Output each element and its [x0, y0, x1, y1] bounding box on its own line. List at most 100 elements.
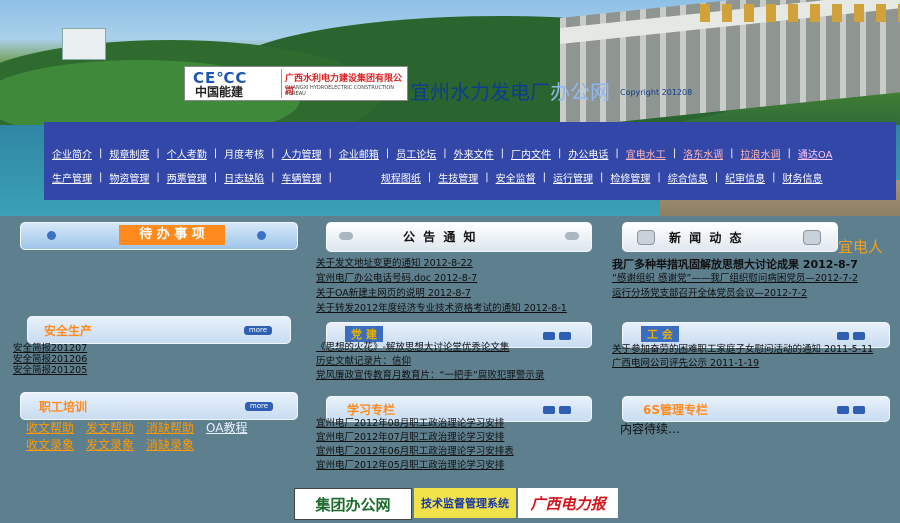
list-item[interactable]: 关于发文地址变更的通知 2012-8-22 — [316, 256, 567, 271]
list-item[interactable]: 宜州电厂2012年07月职工政治理论学习安排 — [316, 431, 514, 445]
nav-item[interactable]: 规程图纸 — [381, 170, 421, 185]
nav-item[interactable]: 规章制度 — [109, 146, 149, 161]
sixs-content: 内容待续… — [620, 422, 681, 436]
logo-subtitle-en: GUANGXI HYDROELECTRIC CONSTRUCTION BUREA… — [285, 85, 395, 97]
todo-panel-header: 待 办 事 项 — [20, 222, 298, 250]
list-item[interactable]: 宜州电厂2012年08月职工政治理论学习安排 — [316, 417, 514, 431]
bullet-icon — [47, 231, 56, 240]
news-emblem-icon — [803, 230, 821, 245]
nav-item[interactable]: 企业简介 — [52, 146, 92, 161]
nav-item[interactable]: 员工论坛 — [396, 146, 436, 161]
nav-item[interactable]: 检修管理 — [610, 170, 650, 185]
nav-item[interactable]: 企业邮箱 — [339, 146, 379, 161]
notice-panel-header: 公 告 通 知 — [326, 222, 592, 252]
nav-item[interactable]: 运行管理 — [553, 170, 593, 185]
nav-separator: | — [156, 148, 160, 159]
nav-item[interactable]: 拉浪水调 — [741, 146, 781, 161]
nav-item[interactable]: 洛东水调 — [683, 146, 723, 161]
study-list: 宜州电厂2012年08月职工政治理论学习安排 宜州电厂2012年07月职工政治理论… — [316, 417, 514, 473]
list-item[interactable]: 宜州电厂办公电话号码.doc 2012-8-7 — [316, 271, 567, 286]
list-item[interactable]: 《思想的火花》-解放思想大讨论堂优秀论文集 — [316, 341, 544, 355]
notice-title: 公 告 通 知 — [403, 230, 478, 244]
list-item[interactable]: 关于转发2012年度经济专业技术资格考试的通知 2012-8-1 — [316, 301, 567, 316]
list-item[interactable]: 广西电网公司评先公示 2011-1-19 — [612, 357, 873, 371]
nav-item[interactable]: 综合信息 — [668, 170, 708, 185]
nav-separator: | — [271, 148, 275, 159]
tech-supervision-label: 技术监督管理系统 — [421, 497, 509, 510]
list-item[interactable]: 宜州电厂2012年05月职工政治理论学习安排 — [316, 459, 514, 473]
nav-item[interactable]: 通达OA — [798, 146, 833, 161]
training-links-row-1: 收文帮助 发文帮助 消缺帮助 OA教程 — [26, 419, 248, 436]
training-links-row-2: 收文录象 发文录象 消缺录象 — [26, 436, 248, 453]
list-item[interactable]: 安全简报201205 — [13, 365, 87, 376]
nav-item[interactable]: 物资管理 — [109, 170, 149, 185]
todo-title: 待 办 事 项 — [119, 225, 225, 245]
group-office-link[interactable]: 集团办公网 — [294, 488, 412, 520]
list-item[interactable]: 党风廉政宣传教育月教育片：“一把手”腐败犯罪警示录 — [316, 369, 544, 383]
nav-item[interactable]: 外来文件 — [454, 146, 494, 161]
nav-item[interactable]: 个人考勤 — [167, 146, 207, 161]
nav-item[interactable]: 宜电水工 — [626, 146, 666, 161]
training-link[interactable]: 消缺帮助 — [146, 419, 194, 436]
more-icon[interactable] — [543, 332, 555, 340]
nav-item[interactable]: 两票管理 — [167, 170, 207, 185]
more-icon[interactable] — [853, 332, 865, 340]
news-side-label[interactable]: 宜电人 — [838, 236, 883, 257]
party-title: 党 建 — [345, 326, 383, 342]
training-links: 收文帮助 发文帮助 消缺帮助 OA教程 收文录象 发文录象 消缺录象 — [26, 419, 248, 453]
list-item[interactable]: 安全简报201206 — [13, 354, 87, 365]
more-icon[interactable] — [559, 332, 571, 340]
more-button[interactable]: more — [244, 326, 272, 335]
nav-separator: | — [772, 172, 776, 183]
banner-building — [62, 28, 106, 60]
list-item[interactable]: 关于OA新建主网页的说明 2012-8-7 — [316, 286, 567, 301]
list-item[interactable]: 运行分场党支部召开全体党员会议—2012-7-2 — [612, 286, 858, 301]
nav-item[interactable]: 纪审信息 — [725, 170, 765, 185]
training-link[interactable]: 收文录象 — [26, 436, 74, 453]
training-link[interactable]: OA教程 — [206, 419, 247, 436]
list-item[interactable]: “感谢组织 感谢党”——我厂组织慰问病困党员—2012-7-2 — [612, 271, 858, 286]
list-item[interactable]: 安全简报201207 — [13, 343, 87, 354]
more-icon[interactable] — [853, 406, 865, 414]
more-icon[interactable] — [559, 406, 571, 414]
more-icon[interactable] — [837, 406, 849, 414]
nav-item[interactable]: 厂内文件 — [511, 146, 551, 161]
nav-item[interactable]: 生技管理 — [438, 170, 478, 185]
nav-item[interactable]: 财务信息 — [783, 170, 823, 185]
study-title: 学习专栏 — [347, 403, 396, 417]
more-icon[interactable] — [543, 406, 555, 414]
pill-icon — [339, 232, 353, 240]
more-icon[interactable] — [837, 332, 849, 340]
training-link[interactable]: 发文帮助 — [86, 419, 134, 436]
nav-separator: | — [328, 148, 332, 159]
union-list: 关于参加奋劳的困难职工家庭子女慰问活动的通知 2011-5-11 广西电网公司评先… — [612, 343, 873, 371]
nav-separator: | — [615, 148, 619, 159]
nav-item[interactable]: 安全监督 — [496, 170, 536, 185]
training-link[interactable]: 收文帮助 — [26, 419, 74, 436]
nav-item[interactable]: 车辆管理 — [282, 170, 322, 185]
logo-divider — [281, 69, 282, 98]
tech-supervision-link[interactable]: 技术监督管理系统 — [414, 488, 516, 518]
training-link[interactable]: 发文录象 — [86, 436, 134, 453]
nav-item[interactable]: 月度考核 — [224, 146, 264, 161]
list-item[interactable]: 历史文献记录片：信仰 — [316, 355, 544, 369]
gx-power-news-link[interactable]: 广西电力报 — [518, 488, 618, 518]
copyright-text: Copyright 201208 — [620, 88, 693, 97]
news-list: “感谢组织 感谢党”——我厂组织慰问病困党员—2012-7-2 运行分场党支部召开… — [612, 271, 858, 301]
nav-item[interactable]: 人力管理 — [282, 146, 322, 161]
sixs-title: 6S管理专栏 — [643, 403, 708, 417]
gx-power-news-label: 广西电力报 — [530, 494, 606, 513]
notice-list: 关于发文地址变更的通知 2012-8-22 宜州电厂办公电话号码.doc 2012… — [316, 256, 567, 316]
training-panel-header: 职工培训 more — [20, 392, 298, 420]
training-link[interactable]: 消缺录象 — [146, 436, 194, 453]
sixs-panel-header: 6S管理专栏 — [622, 396, 890, 422]
pill-icon — [565, 232, 579, 240]
more-button[interactable]: more — [245, 402, 273, 411]
nav-separator: | — [500, 148, 504, 159]
list-item[interactable]: 关于参加奋劳的困难职工家庭子女慰问活动的通知 2011-5-11 — [612, 343, 873, 357]
nav-item[interactable]: 办公电话 — [568, 146, 608, 161]
list-item[interactable]: 宜州电厂2012年06月职工政治理论学习安排表 — [316, 445, 514, 459]
nav-item[interactable]: 日志缺陷 — [224, 170, 264, 185]
news-headline[interactable]: 我厂多种举措巩固解放思想大讨论成果 2012-8-7 — [612, 256, 858, 272]
nav-item[interactable]: 生产管理 — [52, 170, 92, 185]
